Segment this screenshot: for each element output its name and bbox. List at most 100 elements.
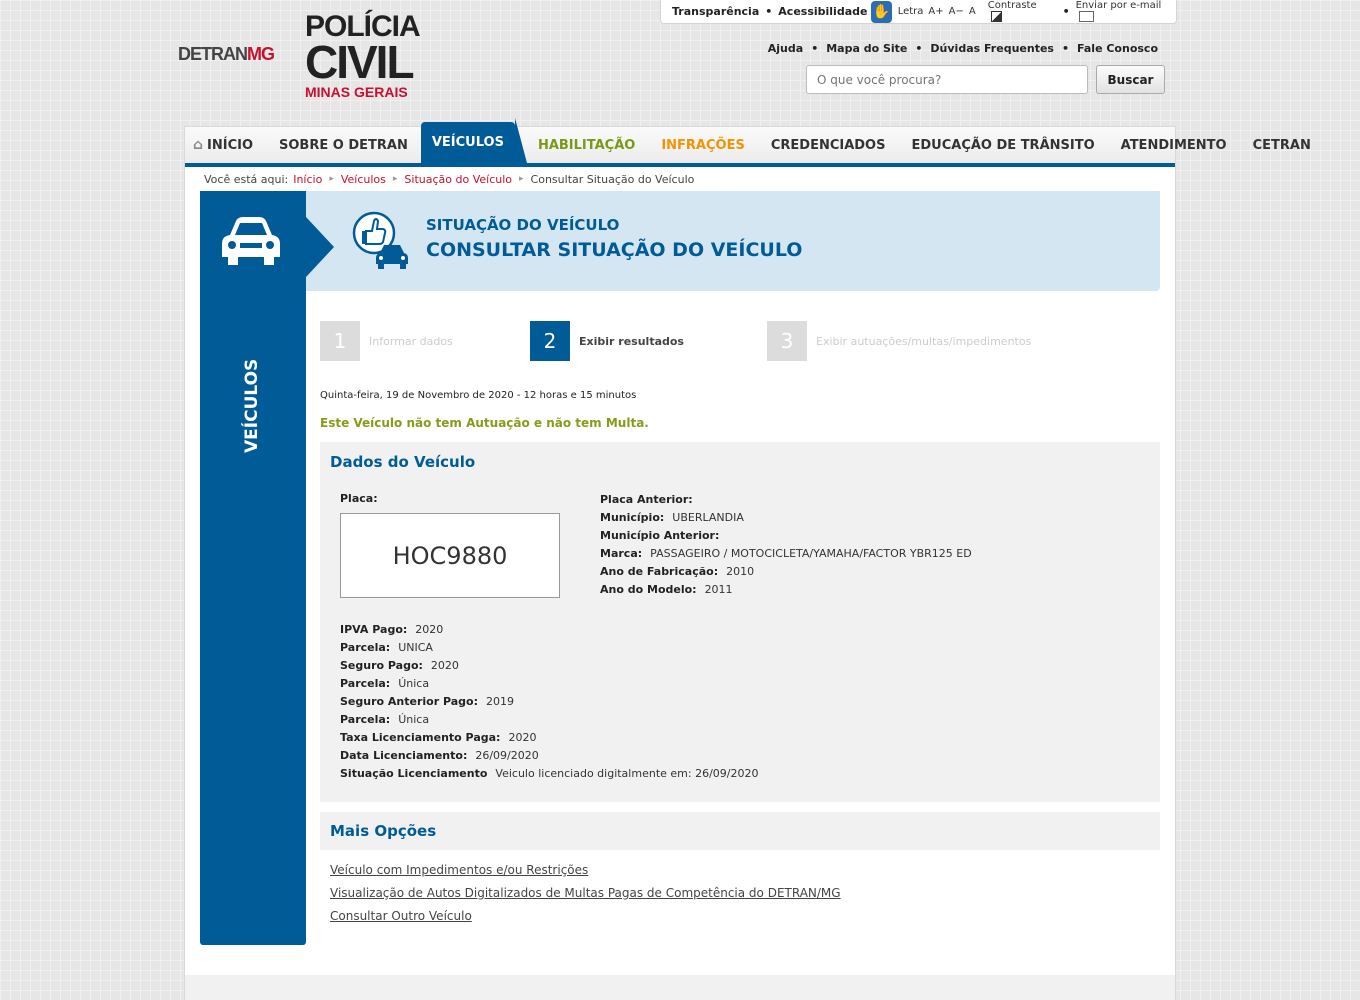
field-row: Município Anterior:	[600, 526, 972, 544]
field-key: Placa Anterior:	[600, 492, 693, 506]
header-link-duvidas[interactable]: Dúvidas Frequentes	[930, 42, 1054, 55]
field-value: 2020	[430, 658, 459, 672]
field-key: Situação Licenciamento	[340, 766, 488, 780]
field-key: Município:	[600, 510, 665, 524]
step-label: Exibir resultados	[579, 334, 684, 348]
logo-line-3: MINAS GERAIS	[305, 84, 408, 101]
breadcrumb-inicio[interactable]: Início	[293, 173, 322, 186]
vehicle-fields: Placa Anterior: Município: UBERLANDIA Mun…	[600, 490, 972, 598]
step-number: 1	[320, 321, 360, 361]
nav-item-habilitacao[interactable]: HABILITAÇÃO	[525, 127, 648, 163]
field-row: Parcela: Única	[340, 710, 758, 728]
field-value: Única	[398, 676, 430, 690]
field-key: Data Licenciamento:	[340, 748, 468, 762]
sidebar-label: VEÍCULOS	[242, 358, 262, 454]
separator: •	[811, 42, 819, 55]
payment-fields: IPVA Pago: 2020 Parcela: UNICA Seguro Pago…	[340, 620, 758, 782]
field-value: 2010	[726, 564, 755, 578]
mail-icon	[1078, 11, 1094, 23]
footer-strip	[185, 975, 1175, 1000]
nav-item-atendimento[interactable]: ATENDIMENTO	[1108, 127, 1240, 163]
field-row: Seguro Anterior Pago: 2019	[340, 692, 758, 710]
field-value: Única	[398, 712, 430, 726]
field-row: Parcela: Única	[340, 674, 758, 692]
section-title: Mais Opções	[330, 822, 437, 840]
status-message: Este Veículo não tem Autuação e não tem …	[320, 416, 649, 430]
field-key: Ano do Modelo:	[600, 582, 697, 596]
nav-item-veiculos[interactable]: VEÍCULOS	[420, 118, 528, 163]
step-2: 2 Exibir resultados	[530, 321, 684, 361]
nav-item-cetran[interactable]: CETRAN	[1240, 127, 1324, 163]
header-link-ajuda[interactable]: Ajuda	[768, 42, 803, 55]
more-options-header: Mais Opções	[320, 812, 1160, 850]
contrast-toggle[interactable]: Contraste	[988, 0, 1046, 23]
breadcrumb-veiculos[interactable]: Veículos	[341, 173, 386, 186]
field-key: Marca:	[600, 546, 643, 560]
field-value: Veiculo licenciado digitalmente em: 26/0…	[495, 766, 759, 780]
field-key: Município Anterior:	[600, 528, 720, 542]
nav-label: INÍCIO	[207, 137, 254, 153]
font-increase-button[interactable]: A+	[928, 6, 943, 17]
step-1: 1 Informar dados	[320, 321, 453, 361]
field-value: UBERLANDIA	[672, 510, 744, 524]
search-button[interactable]: Buscar	[1096, 65, 1165, 94]
email-link[interactable]: Enviar por e-mail	[1076, 0, 1171, 23]
home-icon: ⌂	[193, 137, 204, 153]
link-autos-digitalizados[interactable]: Visualização de Autos Digitalizados de M…	[330, 886, 841, 900]
field-row: Município: UBERLANDIA	[600, 508, 972, 526]
nav-item-sobre[interactable]: SOBRE O DETRAN	[266, 127, 421, 163]
main-container: ⌂ INÍCIO SOBRE O DETRAN VEÍCULOS HABILITA…	[184, 118, 1311, 1000]
transparencia-link[interactable]: Transparência	[672, 5, 759, 18]
header-links: Ajuda • Mapa do Site • Dúvidas Frequente…	[768, 42, 1158, 55]
separator: •	[1062, 5, 1070, 18]
step-label: Exibir autuações/multas/impedimentos	[816, 334, 1032, 348]
field-row: Situação Licenciamento Veiculo licenciado…	[340, 764, 758, 782]
section-sidebar: VEÍCULOS	[200, 191, 306, 945]
acessibilidade-link[interactable]: Acessibilidade	[778, 5, 867, 18]
nav-item-educacao[interactable]: EDUCAÇÃO DE TRÂNSITO	[898, 127, 1107, 163]
field-row: Taxa Licenciamento Paga: 2020	[340, 728, 758, 746]
main-nav: ⌂ INÍCIO SOBRE O DETRAN VEÍCULOS HABILITA…	[185, 118, 1311, 167]
header-link-mapa[interactable]: Mapa do Site	[826, 42, 907, 55]
link-consultar-outro[interactable]: Consultar Outro Veículo	[330, 909, 472, 923]
field-row: Ano de Fabricação: 2010	[600, 562, 972, 580]
breadcrumb-situacao[interactable]: Situação do Veículo	[404, 173, 512, 186]
step-number: 3	[767, 321, 807, 361]
mg-logo-text: MG	[247, 44, 275, 64]
field-key: Seguro Anterior Pago:	[340, 694, 478, 708]
step-number: 2	[530, 321, 570, 361]
field-key: Parcela:	[340, 676, 391, 690]
field-row: IPVA Pago: 2020	[340, 620, 758, 638]
nav-item-infracoes[interactable]: INFRAÇÕES	[648, 127, 758, 163]
step-label: Informar dados	[369, 334, 453, 348]
detran-mg-logo[interactable]: DETRANMG	[178, 44, 275, 65]
link-impedimentos[interactable]: Veículo com Impedimentos e/ou Restrições	[330, 863, 588, 877]
car-icon	[222, 217, 280, 265]
page-title-band: SITUAÇÃO DO VEÍCULO CONSULTAR SITUAÇÃO D…	[306, 191, 1160, 291]
logo-line-2: CIVIL	[305, 36, 415, 88]
font-size-label: Letra	[897, 6, 924, 17]
field-key: Parcela:	[340, 712, 391, 726]
field-value: UNICA	[398, 640, 433, 654]
nav-item-credenciados[interactable]: CREDENCIADOS	[758, 127, 899, 163]
vehicle-ok-icon	[352, 211, 408, 269]
policia-civil-logo[interactable]: POLÍCIA CIVIL MINAS GERAIS	[305, 12, 421, 101]
accessibility-icon[interactable]: ✋	[871, 0, 892, 23]
search-input[interactable]	[806, 65, 1088, 94]
sidebar-pointer	[306, 217, 334, 277]
plate-label: Placa:	[340, 492, 378, 505]
field-value: 2019	[486, 694, 514, 708]
header-link-fale-conosco[interactable]: Fale Conosco	[1077, 42, 1158, 55]
chevron-right-icon: ▸	[519, 174, 524, 184]
email-label: Enviar por e-mail	[1075, 0, 1162, 12]
field-row: Parcela: UNICA	[340, 638, 758, 656]
field-value: 2020	[415, 622, 444, 636]
field-row: Data Licenciamento: 26/09/2020	[340, 746, 758, 764]
field-row: Seguro Pago: 2020	[340, 656, 758, 674]
font-reset-button[interactable]: A	[969, 6, 976, 17]
nav-item-inicio[interactable]: ⌂ INÍCIO	[185, 127, 266, 163]
field-value: 2020	[508, 730, 537, 744]
contrast-label: Contraste	[987, 0, 1037, 12]
separator: •	[1061, 42, 1069, 55]
font-decrease-button[interactable]: A−	[949, 6, 964, 17]
